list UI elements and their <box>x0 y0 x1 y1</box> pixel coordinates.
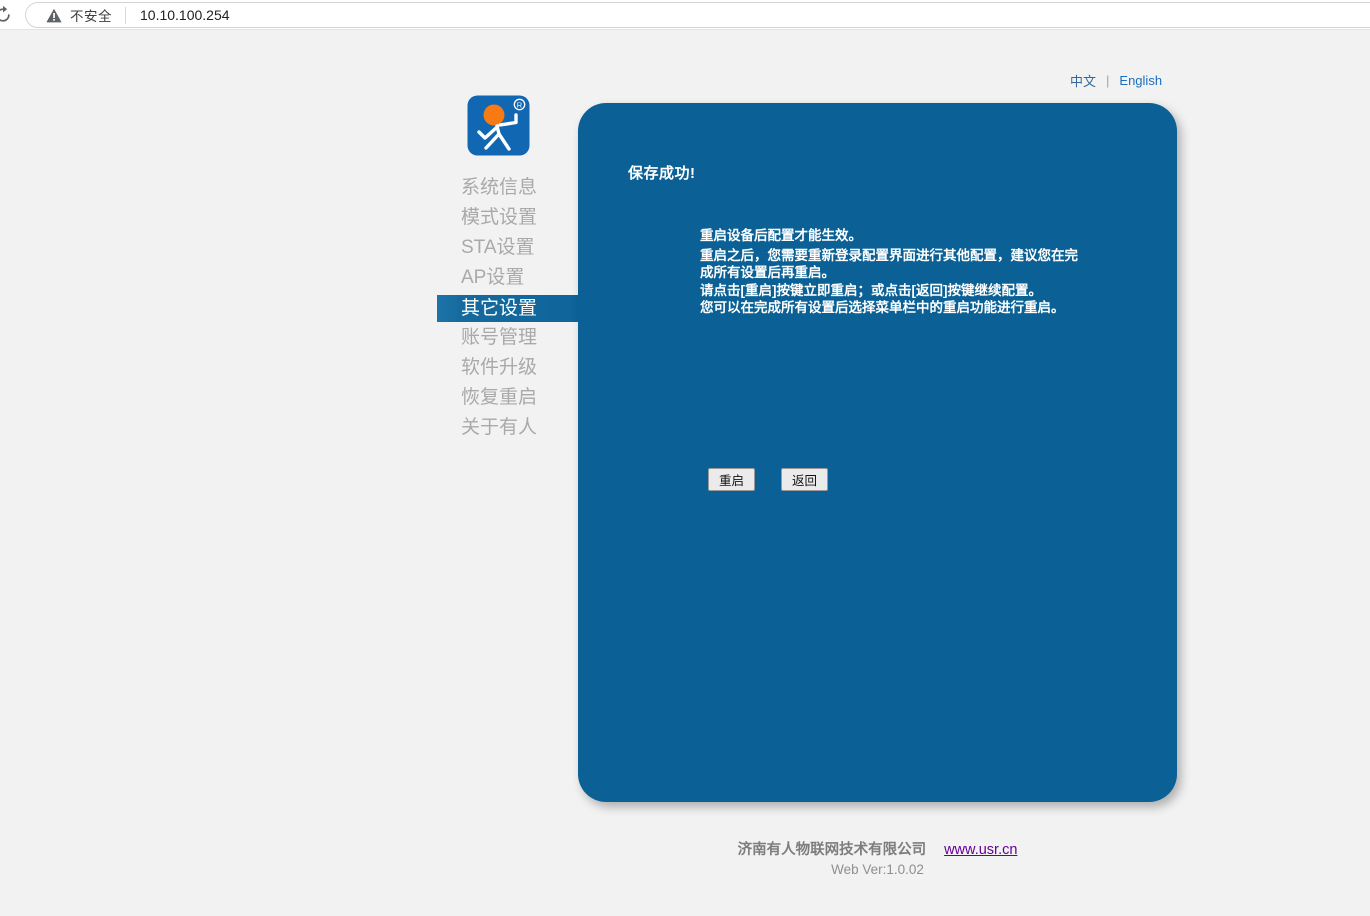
sidebar-item-ap-settings[interactable]: AP设置 <box>437 263 579 293</box>
instruction-line: 请点击[重启]按键立即重启；或点击[返回]按键继续配置。 <box>700 282 1078 300</box>
reboot-instructions: 重启设备后配置才能生效。 重启之后，您需要重新登录配置界面进行其他配置，建议您在… <box>700 227 1078 317</box>
sidebar-menu: 系统信息 模式设置 STA设置 AP设置 其它设置 账号管理 软件升级 恢复重启… <box>437 173 579 443</box>
sidebar-item-system-info[interactable]: 系统信息 <box>437 173 579 203</box>
sidebar-item-account-management[interactable]: 账号管理 <box>437 323 579 353</box>
language-switcher: 中文 | English <box>1070 71 1162 90</box>
security-status-label: 不安全 <box>70 5 112 25</box>
registered-mark-letter: R <box>517 100 523 109</box>
instruction-line: 成所有设置后再重启。 <box>700 264 1078 282</box>
company-name: 济南有人物联网技术有限公司 <box>738 842 927 858</box>
usr-logo: R <box>466 94 531 157</box>
sidebar-item-other-settings[interactable]: 其它设置 <box>437 295 579 322</box>
browser-chrome: 不安全 10.10.100.254 <box>0 0 1370 30</box>
warning-icon <box>46 8 62 23</box>
restart-button[interactable]: 重启 <box>708 468 755 491</box>
sidebar-item-software-upgrade[interactable]: 软件升级 <box>437 353 579 383</box>
footer: 济南有人物联网技术有限公司 www.usr.cn Web Ver:1.0.02 <box>578 838 1177 877</box>
address-bar-divider <box>125 7 126 24</box>
button-row: 重启 返回 <box>708 468 828 491</box>
website-link[interactable]: www.usr.cn <box>944 842 1017 858</box>
instruction-line: 重启之后，您需要重新登录配置界面进行其他配置，建议您在完 <box>700 247 1078 265</box>
sidebar-item-sta-settings[interactable]: STA设置 <box>437 233 579 263</box>
refresh-icon[interactable] <box>0 5 13 25</box>
instruction-line: 您可以在完成所有设置后选择菜单栏中的重启功能进行重启。 <box>700 299 1078 317</box>
url-text[interactable]: 10.10.100.254 <box>140 7 230 23</box>
lang-chinese-link[interactable]: 中文 <box>1070 71 1096 90</box>
back-button[interactable]: 返回 <box>781 468 828 491</box>
page-title: 保存成功! <box>628 162 696 183</box>
instruction-line: 重启设备后配置才能生效。 <box>700 227 1078 245</box>
sidebar-item-about-usr[interactable]: 关于有人 <box>437 413 579 443</box>
sidebar-item-restore-restart[interactable]: 恢复重启 <box>437 383 579 413</box>
page: 不安全 10.10.100.254 中文 | English R 系统信息 模式… <box>0 0 1370 916</box>
language-separator: | <box>1106 73 1109 88</box>
address-bar[interactable]: 不安全 10.10.100.254 <box>25 2 1370 28</box>
content-panel: 保存成功! 重启设备后配置才能生效。 重启之后，您需要重新登录配置界面进行其他配… <box>578 103 1177 802</box>
web-version: Web Ver:1.0.02 <box>578 862 1177 877</box>
sidebar-item-mode-settings[interactable]: 模式设置 <box>437 203 579 233</box>
lang-english-link[interactable]: English <box>1119 73 1162 88</box>
